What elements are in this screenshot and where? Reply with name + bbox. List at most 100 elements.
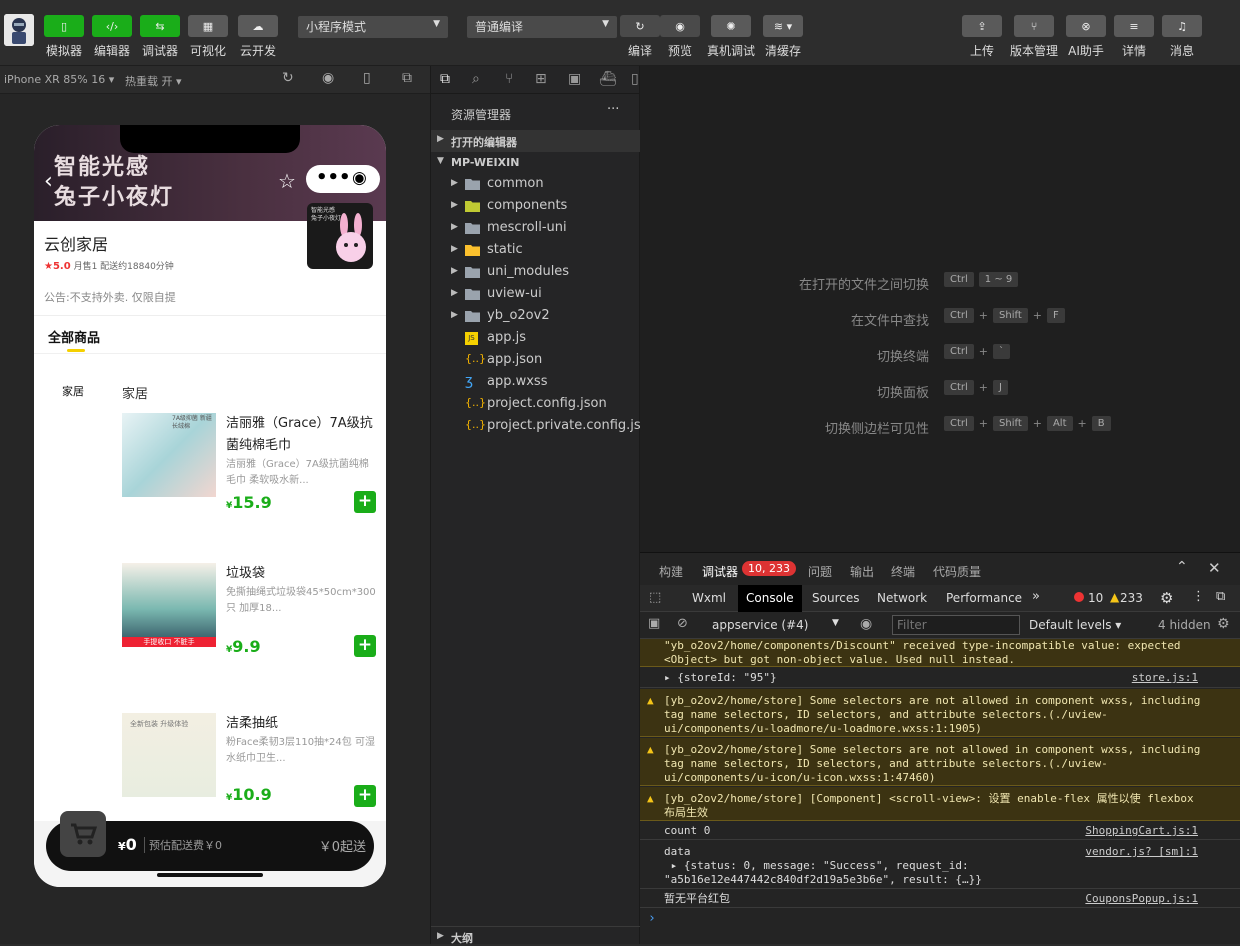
open-editors-section[interactable]: ▶ 打开的编辑器 — [431, 130, 641, 152]
avatar[interactable] — [4, 14, 34, 46]
project-section[interactable]: ▼ MP-WEIXIN — [431, 152, 641, 174]
search-icon[interactable]: ⌕ — [472, 71, 480, 87]
more-icon[interactable]: ••• — [316, 167, 351, 188]
kebab-icon[interactable]: ⋮ — [1192, 589, 1205, 604]
file-app-json[interactable]: {..} app.json — [431, 350, 641, 372]
cloud-button[interactable]: ☁ 云开发 — [238, 15, 278, 59]
folder-yb-o2ov2[interactable]: ▶ yb_o2ov2 — [431, 306, 641, 328]
folder-uni-modules[interactable]: ▶ uni_modules — [431, 262, 641, 284]
docker-icon[interactable]: ⛴ — [599, 71, 617, 87]
mode-select[interactable]: 小程序模式 ▼ — [298, 16, 448, 38]
popout-icon[interactable]: ⧉ — [402, 70, 412, 86]
ai-button[interactable]: ⊗ AI助手 — [1066, 15, 1106, 59]
file-app-js[interactable]: JS app.js — [431, 328, 641, 350]
folder-uview-ui[interactable]: ▶ uview-ui — [431, 284, 641, 306]
more-tabs-icon[interactable]: » — [1032, 589, 1040, 604]
console-warning: "yb_o2ov2/home/components/Discount" rece… — [640, 639, 1240, 667]
add-to-cart-button[interactable]: + — [354, 491, 376, 513]
console-warning: ▲ [yb_o2ov2/home/store] Some selectors ar… — [640, 689, 1240, 737]
outline-section[interactable]: ▶ 大纲 — [431, 926, 641, 945]
console-text: "yb_o2ov2/home/components/Discount" rece… — [664, 639, 1188, 666]
close-icon[interactable]: ✕ — [1208, 559, 1221, 577]
filter-input[interactable] — [892, 615, 1020, 635]
simulator-button[interactable]: ▯ 模拟器 — [44, 15, 84, 59]
tab-wxml[interactable]: Wxml — [692, 591, 726, 605]
file-project-config[interactable]: {..} project.config.json — [431, 394, 641, 416]
eye-icon[interactable]: ◉ — [860, 616, 872, 632]
remote-debug-button[interactable]: ✺ 真机调试 — [707, 15, 755, 59]
source-link[interactable]: CouponsPopup.js:1 — [1085, 892, 1198, 906]
console-prompt[interactable]: › — [648, 911, 656, 926]
source-link[interactable]: store.js:1 — [1132, 671, 1198, 685]
sidebar-toggle-icon[interactable]: ▣ — [648, 616, 660, 631]
upload-button[interactable]: ⇪ 上传 — [962, 15, 1002, 59]
list-item[interactable]: 7A级抑菌 新疆长绒棉 洁丽雅（Grace）7A级抗菌纯棉毛巾 洁丽雅（Grac… — [122, 413, 377, 513]
product-price: ¥15.9 — [226, 493, 272, 512]
files-icon[interactable]: ⧉ — [440, 71, 450, 87]
warning-icon: ▲ — [1110, 590, 1120, 604]
cart-icon[interactable] — [60, 811, 106, 857]
source-link[interactable]: ShoppingCart.js:1 — [1085, 824, 1198, 838]
clear-cache-button[interactable]: ≋ ▾ 清缓存 — [763, 15, 803, 59]
capsule-menu[interactable]: ••• ◉ — [306, 165, 380, 193]
extensions-icon[interactable]: ⊞ — [535, 71, 547, 87]
close-icon[interactable]: ◉ — [352, 168, 367, 188]
debugger-button[interactable]: ⇆ 调试器 — [140, 15, 180, 59]
add-to-cart-button[interactable]: + — [354, 785, 376, 807]
tab-sources[interactable]: Sources — [812, 591, 859, 605]
back-icon[interactable]: ‹ — [44, 169, 53, 194]
box-icon[interactable]: ▣ — [568, 71, 581, 87]
console-log[interactable]: ▸ {storeId: "95"} store.js:1 — [640, 668, 1240, 688]
chevron-up-icon[interactable]: ⌃ — [1176, 559, 1188, 575]
tab-code-quality[interactable]: 代码质量 — [933, 563, 981, 580]
source-link[interactable]: vendor.js? [sm]:1 — [1085, 845, 1198, 859]
tab-console[interactable]: Console — [738, 585, 802, 612]
gear-icon[interactable]: ⚙ — [1160, 589, 1173, 607]
record-icon[interactable]: ◉ — [322, 70, 334, 86]
visual-button[interactable]: ▦ 可视化 — [188, 15, 228, 59]
tab-output[interactable]: 输出 — [850, 563, 874, 580]
add-to-cart-button[interactable]: + — [354, 635, 376, 657]
chevron-down-icon: ▼ — [832, 618, 839, 628]
folder-components[interactable]: ▶ components — [431, 196, 641, 218]
tab-terminal[interactable]: 终端 — [891, 563, 915, 580]
tab-debugger[interactable]: 调试器 — [702, 563, 738, 580]
hot-reload-toggle[interactable]: 热重载 开 ▾ — [125, 73, 182, 89]
preview-button[interactable]: ◉ 预览 — [660, 15, 700, 59]
tab-performance[interactable]: Performance — [946, 591, 1022, 605]
clear-console-icon[interactable]: ⊘ — [677, 616, 688, 631]
gear-icon[interactable]: ⚙ — [1217, 616, 1230, 632]
messages-button[interactable]: ♫ 消息 — [1162, 15, 1202, 59]
phone-icon[interactable]: ▯ — [363, 70, 371, 86]
rotate-icon[interactable]: ↻ — [282, 70, 294, 86]
console-log[interactable]: data ▸ {status: 0, message: "Success", r… — [640, 841, 1240, 889]
file-project-private-config[interactable]: {..} project.private.config.json — [431, 416, 657, 438]
tab-network[interactable]: Network — [877, 591, 927, 605]
inspect-icon[interactable]: ⬚ — [649, 590, 661, 605]
list-item[interactable]: 手提收口 不脏手 垃圾袋 免撕抽绳式垃圾袋45*50cm*300只 加厚18..… — [122, 563, 377, 663]
details-button[interactable]: ≡ 详情 — [1114, 15, 1154, 59]
compile-select[interactable]: 普通编译 ▼ — [467, 16, 617, 38]
tab-problems[interactable]: 问题 — [808, 563, 832, 580]
more-icon[interactable]: ▯ — [631, 71, 639, 87]
editor-button[interactable]: ‹/› 编辑器 — [92, 15, 132, 59]
cart-bar[interactable]: ¥0 预估配送费￥0 ￥0起送 — [46, 811, 374, 871]
dock-icon[interactable]: ⧉ — [1216, 589, 1225, 604]
list-item[interactable]: 全新包装 升级体验 洁柔抽纸 粉Face柔韧3层110抽*24包 可湿水纸巾卫生… — [122, 713, 377, 813]
folder-common[interactable]: ▶ common — [431, 174, 641, 196]
device-select[interactable]: iPhone XR 85% 16 ▾ — [4, 73, 114, 86]
folder-static[interactable]: ▶ static — [431, 240, 641, 262]
star-icon[interactable]: ☆ — [278, 169, 296, 193]
branch-icon[interactable]: ⑂ — [505, 71, 513, 87]
tab-all-products[interactable]: 全部商品 — [48, 327, 100, 346]
levels-select[interactable]: Default levels ▾ — [1029, 618, 1121, 632]
version-button[interactable]: ⑂ 版本管理 — [1010, 15, 1058, 59]
more-icon[interactable]: ··· — [607, 102, 619, 117]
file-app-wxss[interactable]: ʒ app.wxss — [431, 372, 641, 394]
tab-build[interactable]: 构建 — [659, 563, 683, 580]
category-item-home[interactable]: 家居 — [62, 383, 84, 399]
context-select[interactable]: appservice (#4) — [712, 618, 808, 632]
banner-subtitle: 兔子小夜灯 — [54, 185, 175, 210]
console-warning: ▲ [yb_o2ov2/home/store] Some selectors ar… — [640, 738, 1240, 786]
folder-mescroll-uni[interactable]: ▶ mescroll-uni — [431, 218, 641, 240]
